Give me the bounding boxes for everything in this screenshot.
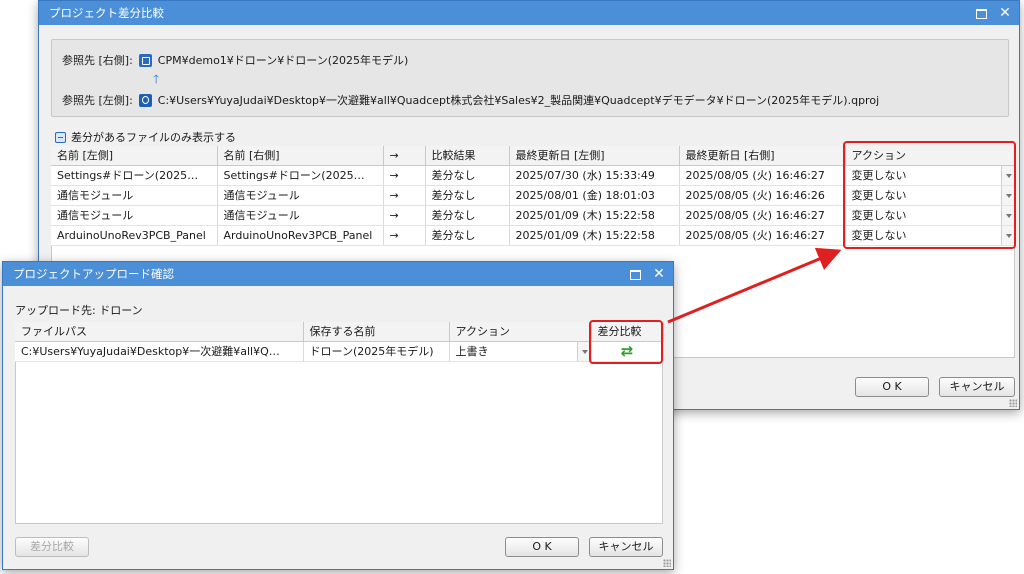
- annotation-arrow-icon: [667, 247, 842, 324]
